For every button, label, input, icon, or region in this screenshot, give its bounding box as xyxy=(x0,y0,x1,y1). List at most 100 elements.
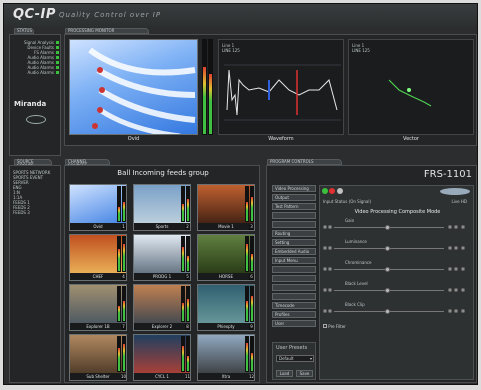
control-menu-button[interactable] xyxy=(272,284,316,291)
status-lights xyxy=(322,188,343,195)
main-video-preview[interactable] xyxy=(69,39,198,135)
status-led-icon xyxy=(56,66,59,69)
status-list: Signal Analysis Device Faults FS Alarms Aud… xyxy=(13,40,59,75)
control-menu-button[interactable] xyxy=(272,212,316,219)
thumbnail-audio-meter xyxy=(117,236,121,272)
input-status-value: Live HD xyxy=(451,199,467,204)
preset-select[interactable]: Default ▾ xyxy=(276,355,314,362)
slider-step-icon[interactable] xyxy=(323,267,327,271)
slider-step-icon[interactable] xyxy=(328,246,332,250)
slider-step-icon[interactable] xyxy=(323,309,327,313)
pre-filter-toggle[interactable]: Pre Filter xyxy=(323,324,346,329)
thumbnail-number: 10 xyxy=(121,374,127,380)
slider-step-icon[interactable] xyxy=(454,246,458,250)
user-presets-label: User Presets xyxy=(276,345,308,351)
thumbnail-number: 5 xyxy=(185,274,190,280)
slider-step-icon[interactable] xyxy=(323,246,327,250)
slider-step-icon[interactable] xyxy=(461,267,465,271)
source-groups-panel: SPORTS NETWORK SPORTS EVENT SERVER ENG 1:N 1:… xyxy=(9,165,61,383)
thumbnail-audio-meter xyxy=(245,336,249,372)
control-menu-button[interactable]: User xyxy=(272,320,316,327)
save-button[interactable]: Save xyxy=(296,370,313,377)
device-model: FRS-1101 xyxy=(423,169,472,180)
source-group-item[interactable]: FEEDS 3 xyxy=(13,210,59,215)
control-menu-button[interactable]: Setting xyxy=(272,239,316,246)
slider-step-icon[interactable] xyxy=(454,288,458,292)
control-menu-button[interactable]: Routing xyxy=(272,230,316,237)
vector-info: Line 1 LINE 125 xyxy=(352,43,370,53)
status-led-icon xyxy=(56,56,59,59)
status-item-label: Audio Alarms xyxy=(27,70,55,75)
thumbnail-label: Movie 1 xyxy=(198,223,254,230)
thumbnail-audio-meter xyxy=(250,236,254,272)
slider-knob[interactable] xyxy=(385,309,390,314)
status-led-icon xyxy=(56,71,59,74)
control-menu-button[interactable] xyxy=(272,275,316,282)
video-mode-label: Video Processing Composite Mode xyxy=(354,209,441,215)
status-item[interactable]: Audio Alarms xyxy=(13,70,59,75)
program-controls-panel: FRS-1101 Video Processing Output Test Patt… xyxy=(266,165,477,383)
audio-meter-left xyxy=(202,39,207,135)
control-menu-button[interactable]: Video Processing xyxy=(272,185,316,192)
control-menu-button[interactable]: Profiles xyxy=(272,311,316,318)
slider-step-icon[interactable] xyxy=(461,309,465,313)
channel-sources-panel: Ball Incoming feeds group Ovid 1 Sports 2 Mo… xyxy=(64,165,260,383)
control-area: Input Status (On Signal) Live HD Video P… xyxy=(319,185,474,380)
slider-step-icon[interactable] xyxy=(328,309,332,313)
waveform-caption: Waveform xyxy=(268,136,294,142)
slider-step-icon[interactable] xyxy=(328,288,332,292)
pre-filter-checkbox[interactable] xyxy=(323,324,327,328)
header-bar: QC-IP Quality Control over IP xyxy=(4,4,477,27)
slider-step-icon[interactable] xyxy=(448,288,452,292)
thumbnail-number: 2 xyxy=(185,224,190,230)
slider-step-icon[interactable] xyxy=(448,267,452,271)
control-menu-button[interactable]: Embedded Audio xyxy=(272,248,316,255)
slider-step-icon[interactable] xyxy=(461,225,465,229)
control-menu-button[interactable]: Input Menu xyxy=(272,257,316,264)
thumbnail-number: 4 xyxy=(121,274,126,280)
thumbnail-label: Xtra xyxy=(198,373,254,380)
control-menu-button[interactable] xyxy=(272,266,316,273)
slider-step-icon[interactable] xyxy=(323,225,327,229)
slider-step-icon[interactable] xyxy=(448,246,452,250)
thumbnail-audio-meter xyxy=(181,186,185,222)
thumbnail-label: CYCL 1 xyxy=(134,373,190,380)
main-preview-caption: Ovid xyxy=(127,136,140,142)
control-menu-button[interactable] xyxy=(272,221,316,228)
slider-knob[interactable] xyxy=(385,288,390,293)
thumbnail-audio-meter xyxy=(250,286,254,322)
control-menu-button[interactable]: Test Pattern xyxy=(272,203,316,210)
waveform-info: Line 1 LINE 125 xyxy=(222,43,240,53)
miranda-logo: Miranda xyxy=(14,100,47,108)
thumbnail-audio-meter xyxy=(117,186,121,222)
brand-emblem-icon xyxy=(26,115,46,124)
slider-step-icon[interactable] xyxy=(448,309,452,313)
load-button[interactable]: Load xyxy=(276,370,293,377)
slider-knob[interactable] xyxy=(385,225,390,230)
thumbnail-label: Ovid xyxy=(70,223,126,230)
thumbnail-number: 8 xyxy=(185,324,190,330)
slider-step-icon[interactable] xyxy=(328,267,332,271)
source-group-list: SPORTS NETWORK SPORTS EVENT SERVER ENG 1:N 1:… xyxy=(13,170,59,215)
thumbnail-label: Explorer 2 xyxy=(134,323,190,330)
control-menu-button[interactable]: Timecode xyxy=(272,302,316,309)
slider-step-icon[interactable] xyxy=(461,288,465,292)
slider-step-icon[interactable] xyxy=(448,225,452,229)
slider-step-icon[interactable] xyxy=(454,225,458,229)
control-menu-button[interactable]: Output xyxy=(272,194,316,201)
slider-knob[interactable] xyxy=(385,267,390,272)
slider-step-icon[interactable] xyxy=(461,246,465,250)
status-panel: Signal Analysis Device Faults FS Alarms Aud… xyxy=(9,34,61,156)
app-tagline: Quality Control over IP xyxy=(59,11,162,19)
monitor-panel: Ovid Line 1 LINE 125 Waveform Line 1 LIN… xyxy=(64,34,477,146)
thumbnail-number: 9 xyxy=(249,324,254,330)
slider-step-icon[interactable] xyxy=(454,309,458,313)
control-menu-button[interactable] xyxy=(272,293,316,300)
slider-knob[interactable] xyxy=(385,246,390,251)
slider-step-icon[interactable] xyxy=(328,225,332,229)
vector-caption: Vector xyxy=(403,136,419,142)
slider-label: Chrominance xyxy=(345,260,372,265)
slider-step-icon[interactable] xyxy=(454,267,458,271)
thumbnail-label: Explorer 1B xyxy=(70,323,126,330)
slider-step-icon[interactable] xyxy=(323,288,327,292)
